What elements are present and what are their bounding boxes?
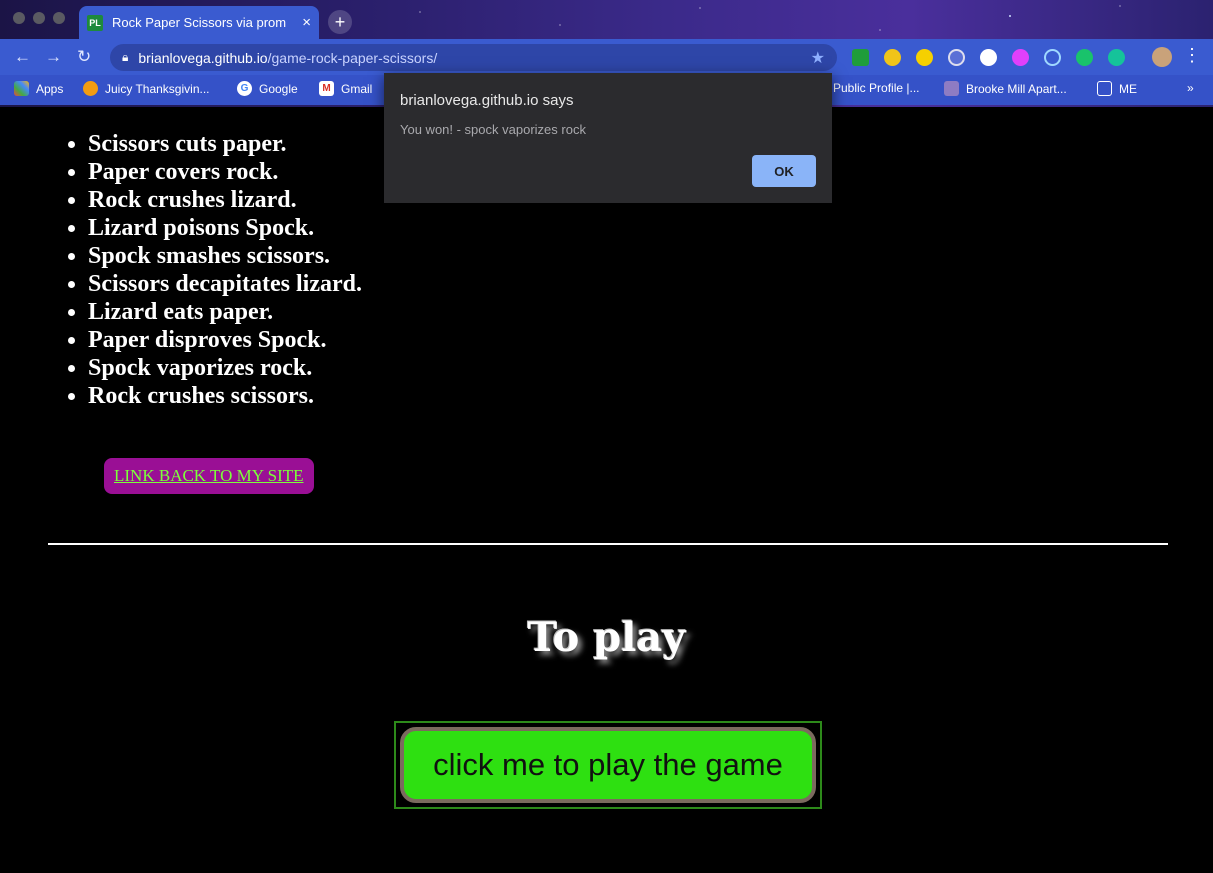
tab-favicon-icon: PL [87, 14, 103, 31]
browser-toolbar: ← → ↻ 🔒︎ brianlovega.github.io /game-roc… [0, 39, 1213, 75]
maximize-window-icon[interactable] [53, 12, 65, 24]
rule-item: Spock smashes scissors. [88, 242, 362, 270]
window-controls[interactable] [13, 12, 65, 24]
lock-icon: 🔒︎ [122, 50, 129, 64]
bookmark-label: Google [259, 81, 298, 96]
search-extension-icon[interactable] [884, 49, 901, 66]
bookmark-label: ME [1119, 81, 1137, 96]
rule-item: Paper covers rock. [88, 158, 362, 186]
rule-item: Rock crushes lizard. [88, 186, 362, 214]
bookmarks-overflow-icon[interactable]: » [1187, 81, 1194, 95]
bookmark-apps[interactable]: Apps [14, 81, 63, 96]
divider [48, 543, 1168, 545]
juicy-favicon-icon [83, 81, 98, 96]
google-icon: G [237, 81, 252, 96]
alert-dialog: brianlovega.github.io says You won! - sp… [384, 73, 832, 203]
folder-icon [1097, 81, 1112, 96]
rule-item: Paper disproves Spock. [88, 326, 362, 354]
dialog-message: You won! - spock vaporizes rock [400, 122, 586, 137]
to-play-heading: To play [527, 614, 686, 661]
tab-close-icon[interactable]: × [302, 15, 311, 30]
rules-list: Scissors cuts paper. Paper covers rock. … [48, 130, 362, 410]
home-extension-icon[interactable] [916, 49, 933, 66]
browser-menu-icon[interactable]: ⋮ [1183, 45, 1201, 66]
bookmark-gmail[interactable]: M Gmail [319, 81, 372, 96]
bookmark-me-folder[interactable]: ME [1097, 81, 1137, 96]
reload-icon[interactable]: ↻ [77, 47, 91, 67]
bookmark-star-icon[interactable]: ★ [811, 48, 825, 68]
chat-extension-icon[interactable] [1076, 49, 1093, 66]
bookmark-label: Brooke Mill Apart... [966, 81, 1067, 96]
dialog-title: brianlovega.github.io says [400, 92, 574, 109]
bookmark-label: Public Profile |... [833, 81, 920, 95]
bookmark-public-profile[interactable]: Public Profile |... [833, 81, 919, 95]
new-tab-button[interactable]: + [328, 10, 352, 34]
bookmark-label: Apps [36, 81, 64, 96]
apartment-favicon-icon [944, 81, 959, 96]
bookmark-brooke-mill[interactable]: Brooke Mill Apart... [944, 81, 1067, 96]
rule-item: Spock vaporizes rock. [88, 354, 362, 382]
code-extension-icon[interactable] [980, 49, 997, 66]
bookmark-juicy[interactable]: Juicy Thanksgivin... [83, 81, 210, 96]
bookmark-label: Juicy Thanksgivin... [105, 81, 210, 96]
bookmark-label: Gmail [341, 81, 373, 96]
rule-item: Rock crushes scissors. [88, 382, 362, 410]
browser-tab[interactable]: PL Rock Paper Scissors via promp × [79, 6, 319, 39]
rule-item: Scissors cuts paper. [88, 130, 362, 158]
play-button-frame: click me to play the game [394, 721, 822, 809]
minimize-window-icon[interactable] [33, 12, 45, 24]
headphones-extension-icon[interactable] [948, 49, 965, 66]
link-back-to-site[interactable]: LINK BACK TO MY SITE [104, 458, 314, 494]
grammarly-extension-icon[interactable] [1108, 49, 1125, 66]
url-path: /game-rock-paper-scissors/ [267, 49, 438, 66]
url-host: brianlovega.github.io [138, 49, 268, 66]
rule-item: Scissors decapitates lizard. [88, 270, 362, 298]
rule-item: Lizard eats paper. [88, 298, 362, 326]
close-window-icon[interactable] [13, 12, 25, 24]
apps-grid-icon [14, 81, 29, 96]
gmail-icon: M [319, 81, 334, 96]
react-extension-icon[interactable] [1044, 49, 1061, 66]
address-bar[interactable]: 🔒︎ brianlovega.github.io /game-rock-pape… [110, 44, 837, 71]
tab-title: Rock Paper Scissors via promp [112, 15, 287, 30]
bookmark-google[interactable]: G Google [237, 81, 298, 96]
checkbox-extension-icon[interactable] [852, 49, 869, 66]
graphql-extension-icon[interactable] [1012, 49, 1029, 66]
forward-icon[interactable]: → [45, 47, 62, 67]
play-game-button[interactable]: click me to play the game [400, 727, 816, 803]
back-icon[interactable]: ← [14, 47, 31, 67]
dialog-ok-button[interactable]: OK [752, 155, 816, 187]
profile-avatar[interactable] [1152, 47, 1172, 67]
rule-item: Lizard poisons Spock. [88, 214, 362, 242]
